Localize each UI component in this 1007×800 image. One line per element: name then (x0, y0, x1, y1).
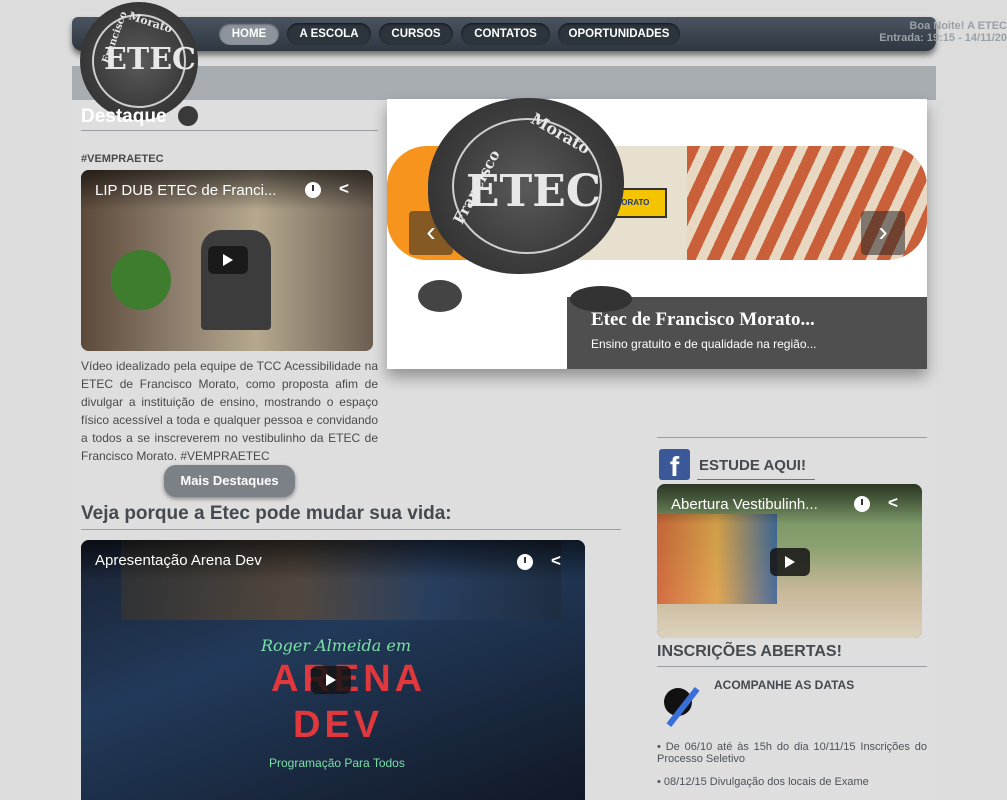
nav-a-escola[interactable]: A ESCOLA (287, 23, 371, 45)
watch-later-icon[interactable] (305, 182, 321, 198)
vestibulinho-play-button[interactable] (770, 548, 810, 576)
inscricoes-heading: INSCRIÇÕES ABERTAS! (657, 643, 842, 660)
inkwell-pen-icon (660, 678, 706, 730)
destaque-video-title[interactable]: LIP DUB ETEC de Franci... (95, 182, 276, 199)
why-divider (81, 529, 621, 530)
arena-play-button[interactable] (311, 666, 351, 694)
arena-share-icon[interactable]: < (551, 551, 561, 571)
vestibulinho-share-icon[interactable]: < (888, 493, 898, 513)
arena-overlay-author: Roger Almeida em (261, 636, 412, 655)
arena-overlay-tagline: Programação Para Todos (269, 756, 405, 770)
greeting-line-1: Boa Noite! A ETEC (909, 20, 1007, 32)
date-item-1-text: De 06/10 até às 15h do dia 10/11/15 Insc… (657, 741, 928, 765)
facebook-icon[interactable]: f (659, 449, 690, 482)
greeting-text: Boa Noite! A ETEC Entrada: 19:15 - 14/11… (867, 20, 1007, 44)
date-item-2-text: 08/12/15 Divulgação dos locais de Exame (663, 776, 869, 788)
play-button[interactable] (208, 246, 248, 274)
destaque-video[interactable]: LIP DUB ETEC de Franci... < (81, 170, 373, 351)
seal-drip-left (418, 280, 462, 312)
slider-caption-subtitle: Ensino gratuito e de qualidade na região… (591, 337, 817, 351)
destaque-heading: Destaque (81, 106, 167, 127)
greeting-line-2: Entrada: 19:15 - 14/11/20 (879, 32, 1007, 44)
content-top-band (72, 66, 936, 100)
nav-contatos[interactable]: CONTATOS (461, 23, 550, 45)
destaque-tag[interactable]: #VEMPRAETEC (81, 153, 164, 165)
nav-cursos[interactable]: CURSOS (379, 23, 453, 45)
nav-oportunidades[interactable]: OPORTUNIDADES (558, 23, 680, 45)
arena-overlay-dev: DEV (293, 704, 384, 746)
arena-watch-later-icon[interactable] (517, 554, 533, 570)
date-item-1: • De 06/10 até às 15h do dia 10/11/15 In… (657, 741, 927, 765)
date-item-2: • 08/12/15 Divulgação dos locais de Exam… (657, 776, 927, 788)
estude-aqui-underline (697, 479, 815, 480)
destaque-divider (81, 130, 378, 131)
slider-next-button[interactable]: › (861, 211, 905, 255)
etec-logo[interactable]: Morato ETEC Francisco (80, 2, 198, 120)
acompanhe-datas-heading: ACOMPANHE AS DATAS (714, 678, 855, 692)
arena-dev-video[interactable]: Apresentação Arena Dev < Roger Almeida e… (81, 540, 585, 800)
vestibulinho-video-title[interactable]: Abertura Vestibulinh... (671, 496, 818, 513)
mais-destaques-button[interactable]: Mais Destaques (164, 465, 295, 497)
vestibulinho-video[interactable]: Abertura Vestibulinh... < (657, 484, 922, 638)
arena-video-title[interactable]: Apresentação Arena Dev (95, 552, 262, 569)
sidebar-divider-top (657, 437, 927, 438)
bullet-icon: • (657, 776, 661, 788)
estude-aqui-heading: ESTUDE AQUI! (699, 457, 806, 474)
bullet-icon: • (657, 741, 661, 753)
slider-caption-title[interactable]: Etec de Francisco Morato... (591, 309, 815, 331)
seal-drip-right (570, 286, 632, 312)
why-heading: Veja porque a Etec pode mudar sua vida: (81, 503, 452, 524)
crowd-shape (201, 230, 271, 330)
nav-home[interactable]: HOME (219, 23, 279, 45)
destaque-description: Vídeo idealizado pela equipe de TCC Aces… (81, 359, 378, 463)
logo-drip (178, 106, 198, 126)
vestibulinho-watch-later-icon[interactable] (854, 496, 870, 512)
plant-shape (111, 250, 171, 310)
inscricoes-divider (657, 666, 927, 667)
share-icon[interactable]: < (339, 179, 349, 199)
mural-shape (657, 514, 777, 604)
